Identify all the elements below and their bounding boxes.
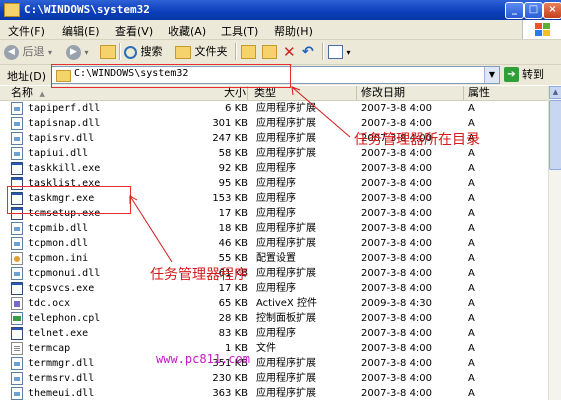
annotation-arrows — [129, 86, 351, 263]
directory-annotation: 任务管理器所在目录 — [354, 132, 480, 148]
program-annotation: 任务管理器程序 — [150, 267, 248, 283]
watermark: www.pc811.com — [156, 352, 250, 366]
